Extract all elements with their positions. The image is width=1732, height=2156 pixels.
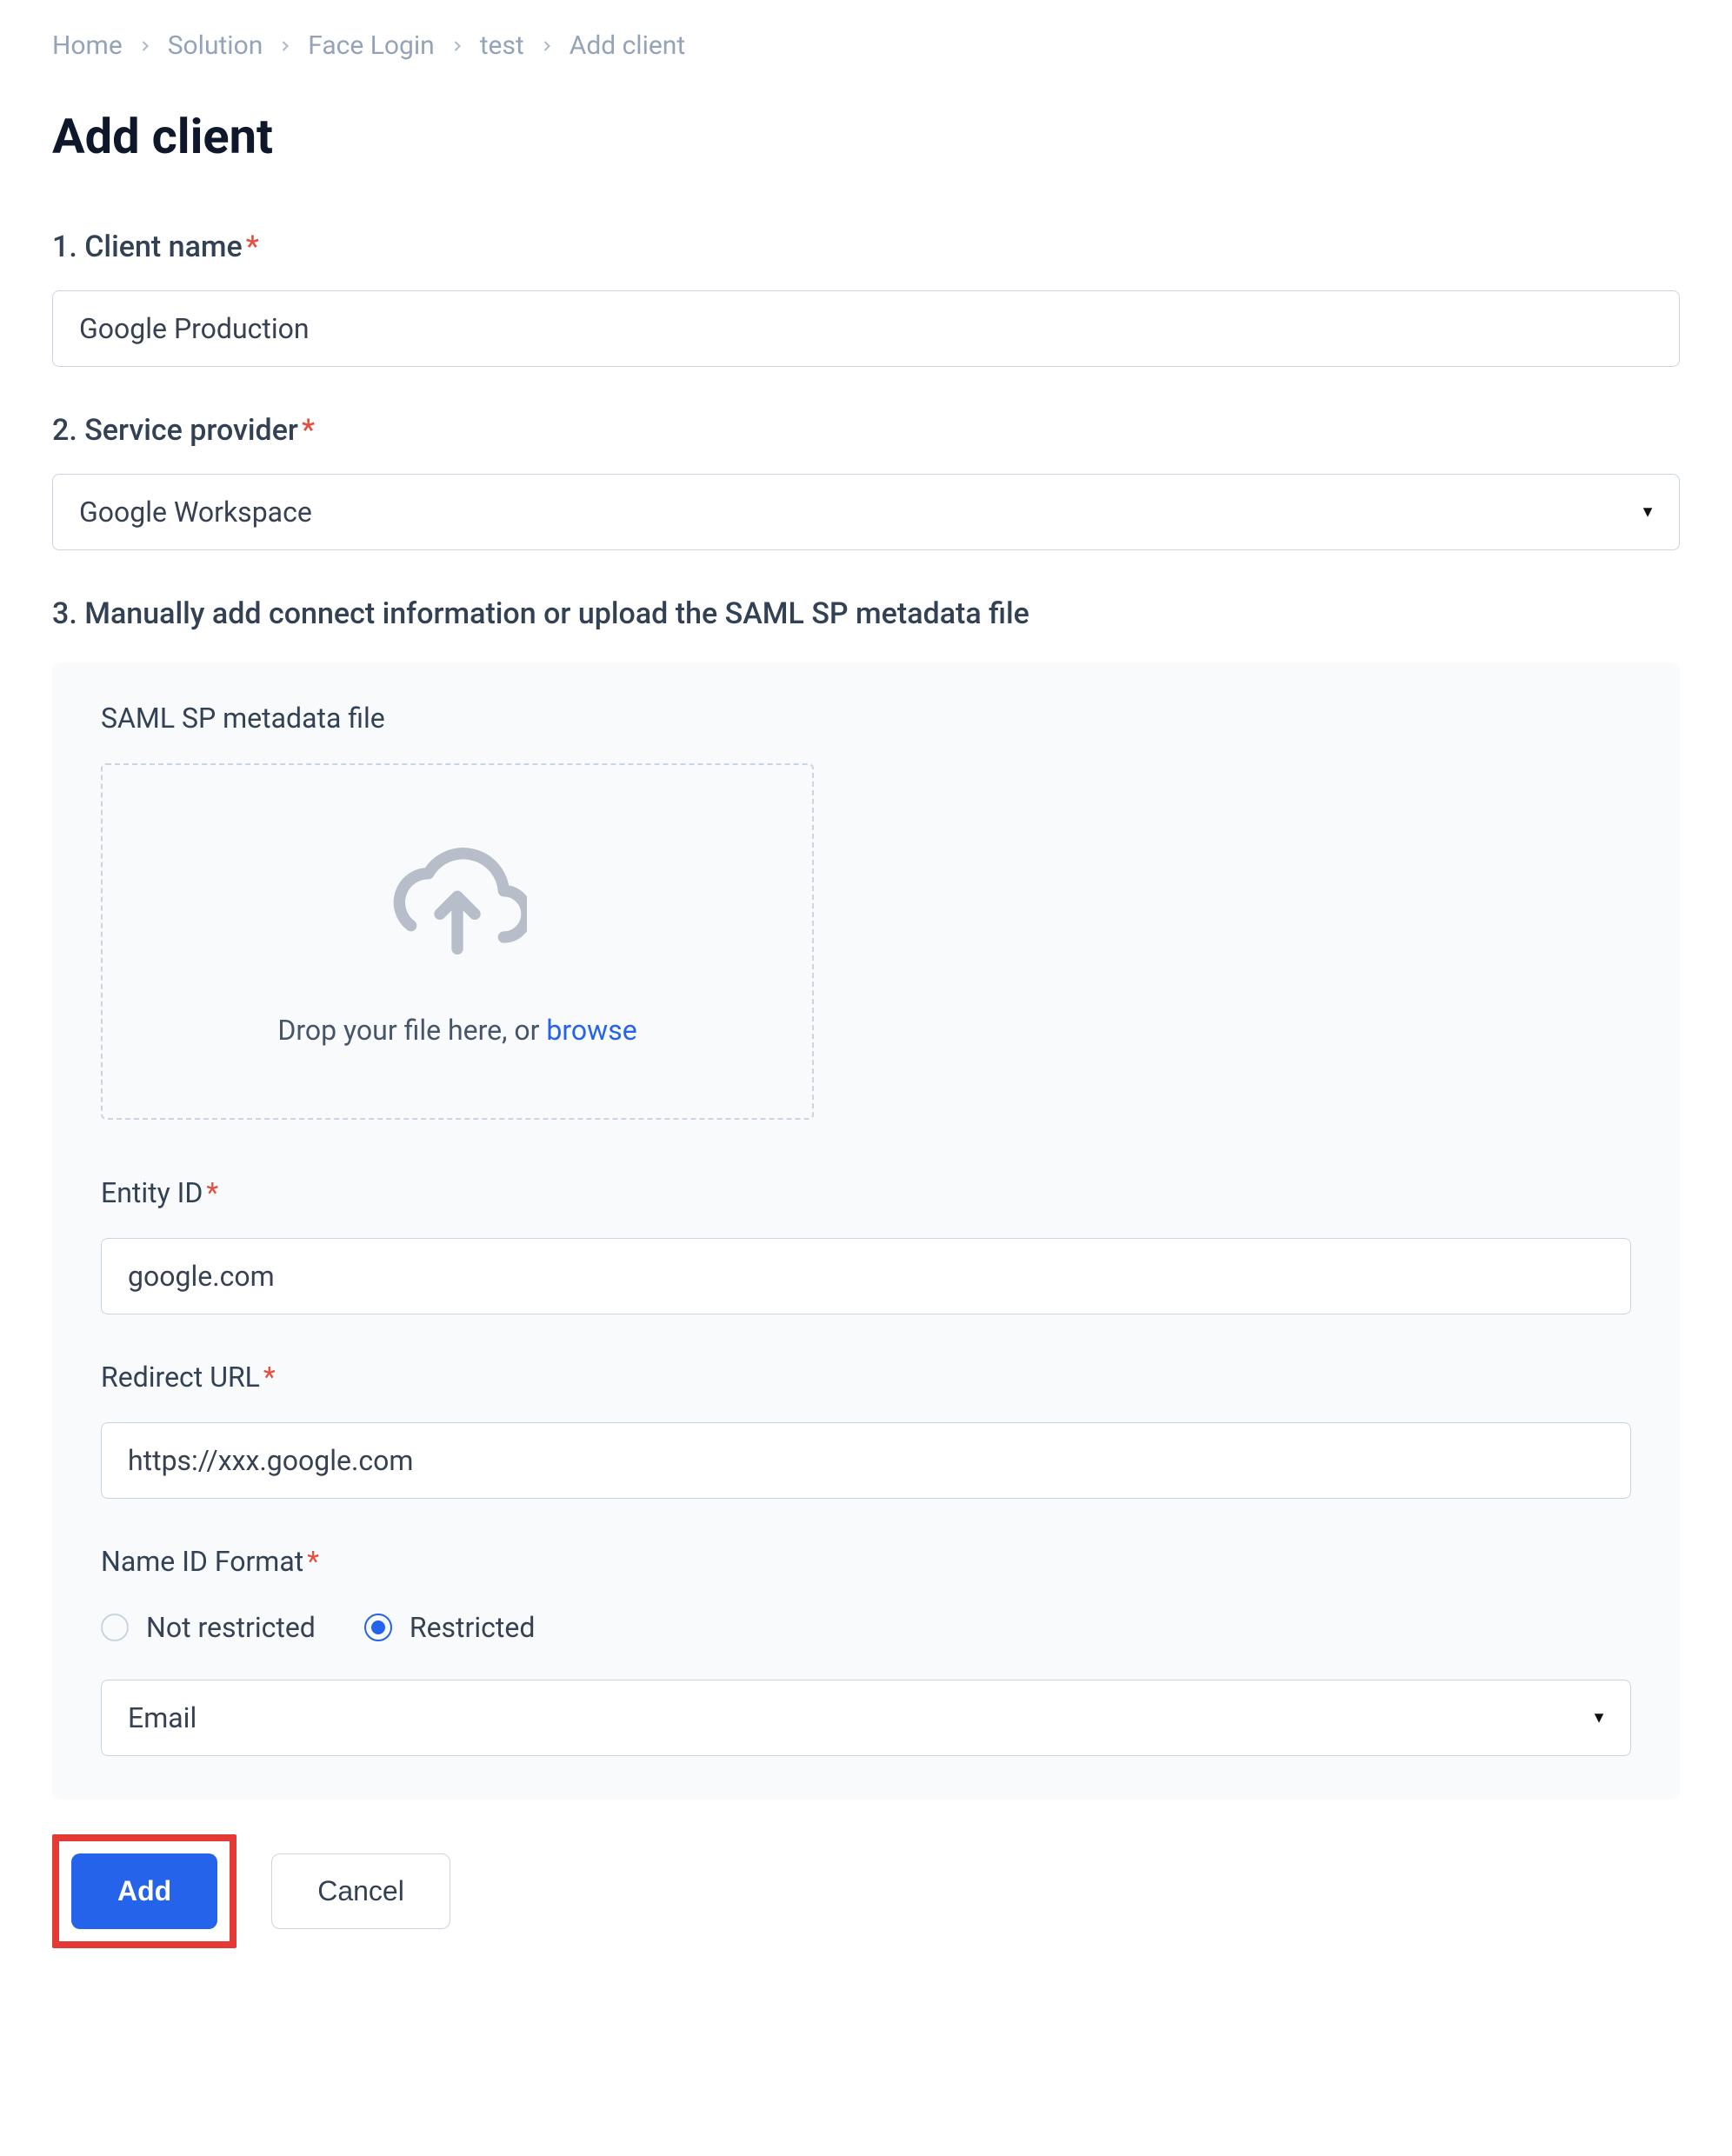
field-name-id-format: Name ID Format* Not restricted Restricte…: [101, 1540, 1631, 1756]
field-service-provider: 2. Service provider* Google Workspace ▼: [52, 409, 1680, 550]
service-provider-label-text: 2. Service provider: [52, 413, 298, 448]
breadcrumb-add-client: Add client: [570, 26, 685, 65]
button-row: Add Cancel: [52, 1834, 1680, 1948]
breadcrumb: Home Solution Face Login test Add client: [52, 26, 1680, 65]
client-name-label: 1. Client name*: [52, 225, 1680, 270]
chevron-right-icon: [538, 37, 556, 55]
breadcrumb-solution[interactable]: Solution: [168, 26, 263, 65]
radio-icon: [101, 1614, 129, 1641]
radio-restricted[interactable]: Restricted: [364, 1607, 536, 1648]
section3-label: 3. Manually add connect information or u…: [52, 592, 1680, 636]
metadata-file-label: SAML SP metadata file: [101, 697, 1631, 739]
radio-not-restricted-label: Not restricted: [146, 1607, 316, 1648]
name-id-format-select[interactable]: Email: [101, 1680, 1631, 1756]
chevron-right-icon: [137, 37, 154, 55]
service-provider-select[interactable]: Google Workspace: [52, 474, 1680, 550]
add-button-highlight: Add: [52, 1834, 236, 1948]
breadcrumb-face-login[interactable]: Face Login: [308, 26, 434, 65]
metadata-dropzone[interactable]: Drop your file here, or browse: [101, 763, 814, 1120]
client-name-label-text: 1. Client name: [52, 230, 243, 264]
chevron-right-icon: [276, 37, 294, 55]
section3-panel: SAML SP metadata file Drop your file her…: [52, 662, 1680, 1800]
radio-restricted-label: Restricted: [410, 1607, 536, 1648]
entity-id-label: Entity ID*: [101, 1172, 1631, 1214]
radio-not-restricted[interactable]: Not restricted: [101, 1607, 316, 1648]
dropzone-browse-link[interactable]: browse: [546, 1014, 636, 1047]
required-icon: *: [246, 230, 259, 264]
required-icon: *: [206, 1176, 218, 1209]
field-section3: 3. Manually add connect information or u…: [52, 592, 1680, 1800]
cloud-upload-icon: [388, 833, 527, 983]
cancel-button[interactable]: Cancel: [271, 1853, 450, 1929]
required-icon: *: [307, 1545, 319, 1578]
name-id-format-radios: Not restricted Restricted: [101, 1607, 1631, 1648]
breadcrumb-home[interactable]: Home: [52, 26, 123, 65]
add-button[interactable]: Add: [71, 1853, 217, 1929]
redirect-url-label-text: Redirect URL: [101, 1361, 260, 1394]
name-id-format-label: Name ID Format*: [101, 1540, 1631, 1582]
breadcrumb-test[interactable]: test: [480, 26, 524, 65]
required-icon: *: [302, 413, 315, 448]
service-provider-label: 2. Service provider*: [52, 409, 1680, 453]
entity-id-label-text: Entity ID: [101, 1176, 203, 1209]
dropzone-text-prefix: Drop your file here, or: [277, 1014, 546, 1047]
radio-icon-checked: [364, 1614, 392, 1641]
field-client-name: 1. Client name*: [52, 225, 1680, 367]
redirect-url-label: Redirect URL*: [101, 1356, 1631, 1398]
client-name-input[interactable]: [52, 290, 1680, 367]
page-title: Add client: [52, 100, 1680, 173]
dropzone-text: Drop your file here, or browse: [277, 1009, 636, 1051]
name-id-format-label-text: Name ID Format: [101, 1545, 303, 1578]
field-entity-id: Entity ID*: [101, 1172, 1631, 1314]
required-icon: *: [263, 1361, 276, 1394]
redirect-url-input[interactable]: [101, 1422, 1631, 1499]
entity-id-input[interactable]: [101, 1238, 1631, 1314]
field-redirect-url: Redirect URL*: [101, 1356, 1631, 1499]
chevron-right-icon: [449, 37, 466, 55]
